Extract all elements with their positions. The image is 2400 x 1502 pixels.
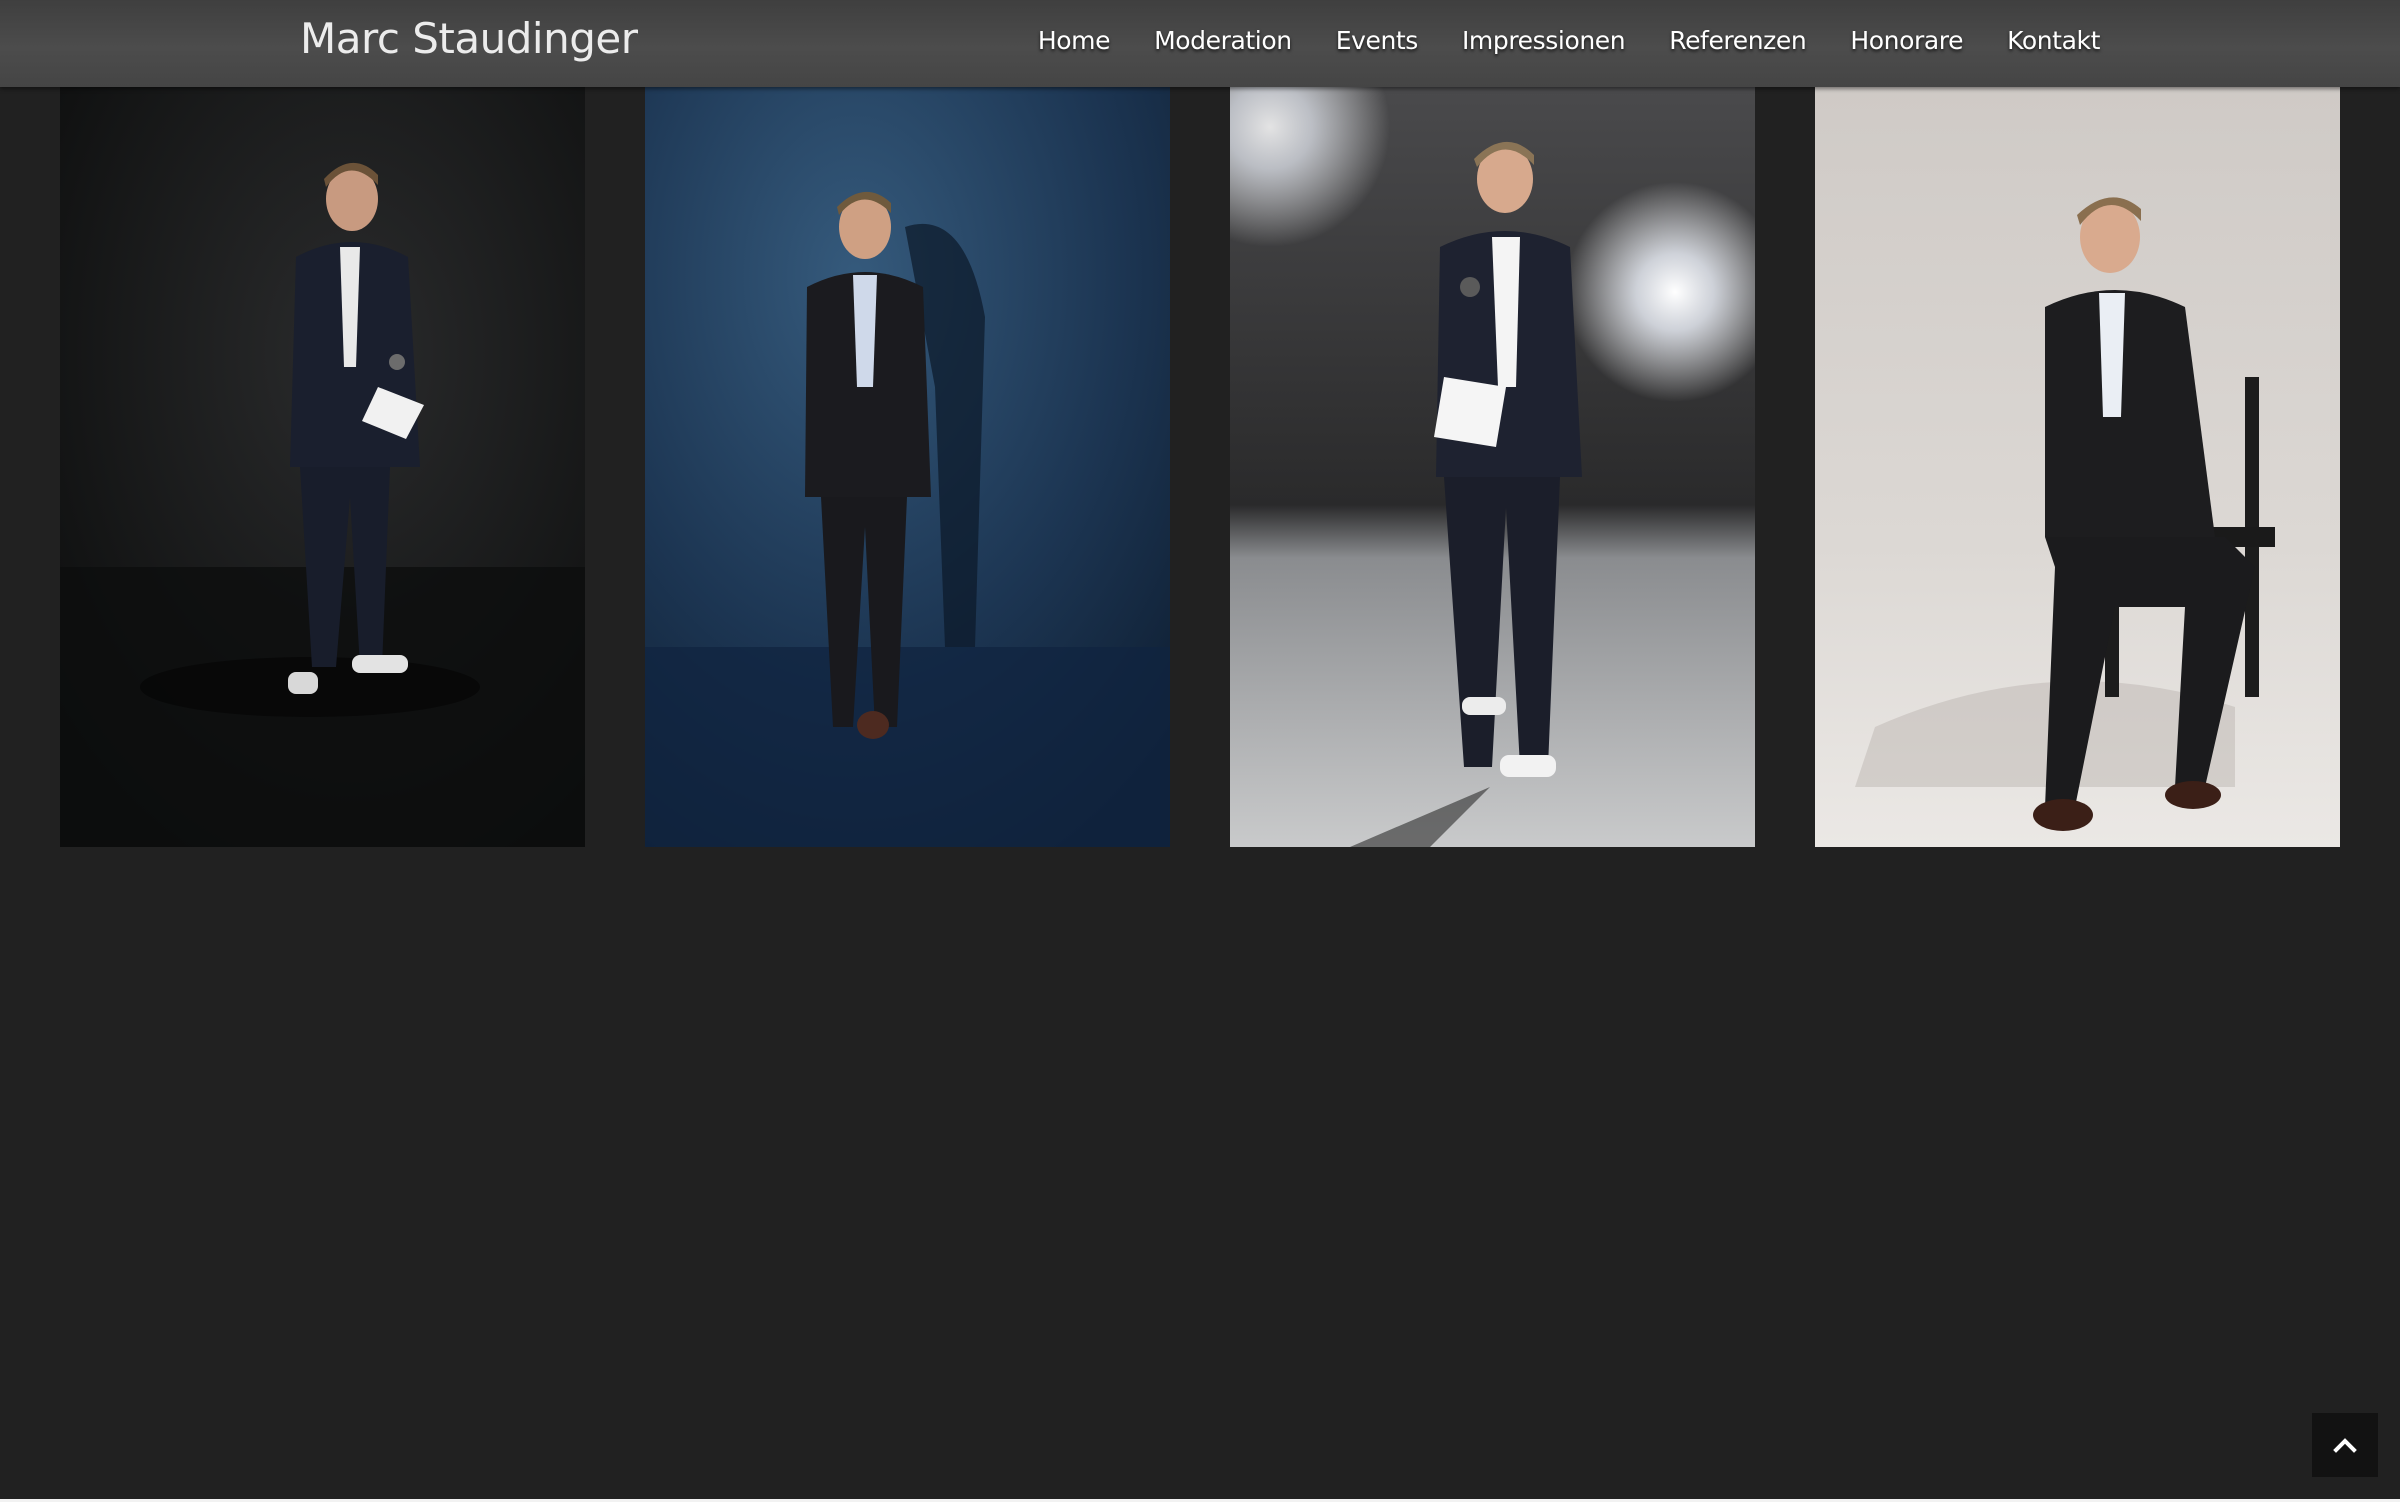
nav-item-impressionen[interactable]: Impressionen: [1462, 26, 1626, 55]
photo-gallery: [0, 87, 2400, 847]
nav-item-honorare[interactable]: Honorare: [1850, 26, 1963, 55]
gallery-photo-black-backdrop[interactable]: [60, 87, 585, 847]
chevron-up-icon: [2333, 1438, 2357, 1453]
top-navigation-bar: Marc Staudinger Home Moderation Events I…: [0, 0, 2400, 87]
back-to-top-button[interactable]: [2312, 1413, 2378, 1477]
gallery-photo-seated-chair[interactable]: [1815, 87, 2340, 847]
main-menu: Home Moderation Events Impressionen Refe…: [1038, 26, 2101, 55]
nav-item-kontakt[interactable]: Kontakt: [2007, 26, 2100, 55]
nav-item-home[interactable]: Home: [1038, 26, 1111, 55]
site-title-link[interactable]: Marc Staudinger: [300, 14, 638, 63]
gallery-photo-stage-light[interactable]: [1230, 87, 1755, 847]
nav-item-moderation[interactable]: Moderation: [1154, 26, 1292, 55]
nav-item-referenzen[interactable]: Referenzen: [1669, 26, 1807, 55]
nav-item-events[interactable]: Events: [1336, 26, 1419, 55]
gallery-photo-blue-backdrop[interactable]: [645, 87, 1170, 847]
